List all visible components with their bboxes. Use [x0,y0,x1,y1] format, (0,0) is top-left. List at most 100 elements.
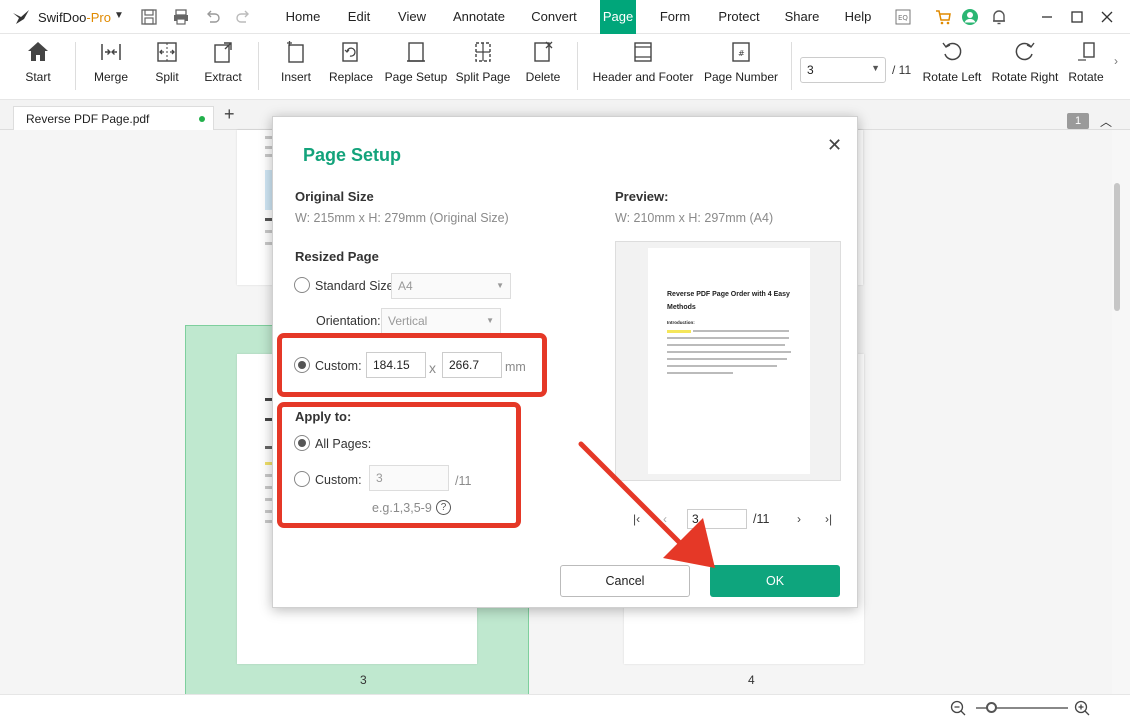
svg-text:EQ: EQ [898,14,908,22]
ribbon-divider [577,42,578,90]
page-4-number: 4 [748,673,755,687]
title-bar: SwifDoo-Pro ▼ Home Edit View Annotate Co… [0,0,1130,34]
preview-intro: Introduction: [667,320,695,325]
notification-bell-icon[interactable] [990,8,1008,26]
standard-size-radio[interactable] [294,277,310,293]
rotate-left-button[interactable]: Rotate Left [920,38,984,90]
zoom-slider-handle[interactable] [986,702,997,713]
page-3-number: 3 [360,673,367,687]
chevron-up-icon[interactable]: ︿ [1100,113,1112,130]
minimize-icon[interactable] [1038,8,1056,26]
header-footer-icon [634,42,652,62]
replace-button[interactable]: Replace [328,38,374,90]
rotate-right-label: Rotate Right [991,70,1059,84]
preview-label: Preview: [615,189,669,204]
ribbon-divider [258,42,259,90]
page-number-label: Page Number [703,70,779,84]
start-button[interactable]: Start [16,38,60,90]
ribbon-scroll-right-icon[interactable]: › [1114,54,1118,68]
merge-button[interactable]: Merge [88,38,134,90]
page-setup-icon [407,42,425,62]
document-tab[interactable]: Reverse PDF Page.pdf [13,106,214,130]
page-thumbnail-1[interactable] [237,130,277,285]
home-icon [28,42,48,61]
vertical-scroll-thumb[interactable] [1114,183,1120,311]
delete-page-icon [534,41,553,62]
orientation-select[interactable]: Vertical ▼ [381,308,501,334]
menu-protect[interactable]: Protect [712,0,766,34]
replace-icon [342,42,358,62]
delete-button[interactable]: Delete [524,38,562,90]
split-label: Split [155,70,179,84]
header-footer-button[interactable]: Header and Footer [592,38,694,90]
menu-home[interactable]: Home [278,0,328,34]
undo-icon[interactable] [204,8,222,26]
rotate-right-button[interactable]: Rotate Right [990,38,1060,90]
app-menu-caret-icon[interactable]: ▼ [114,10,124,21]
page-number-button[interactable]: # Page Number [702,38,780,90]
close-window-icon[interactable] [1098,8,1116,26]
svg-text:#: # [738,49,745,58]
menu-form[interactable]: Form [652,0,698,34]
menu-share[interactable]: Share [780,0,824,34]
zoom-out-icon[interactable] [950,700,966,716]
menu-view[interactable]: View [391,0,433,34]
original-size-label: Original Size [295,189,374,204]
preview-size-value: W: 210mm x H: 297mm (A4) [615,211,774,225]
maximize-icon[interactable] [1068,8,1086,26]
rotate-button[interactable]: Rotate [1066,38,1106,90]
dialog-title: Page Setup [303,145,402,165]
current-page-select[interactable]: 3 ▼ [800,57,886,83]
replace-label: Replace [328,70,374,84]
menu-annotate[interactable]: Annotate [447,0,511,34]
menu-help[interactable]: Help [838,0,878,34]
account-icon[interactable] [961,8,979,26]
next-page-icon[interactable]: › [797,512,801,526]
merge-icon [101,44,121,60]
ribbon-divider [791,42,792,90]
close-icon[interactable]: ✕ [827,135,842,156]
redo-icon[interactable] [234,8,252,26]
pointer-arrow-icon [578,441,715,568]
chevron-down-icon: ▼ [486,316,494,325]
resized-page-label: Resized Page [295,249,379,264]
rotate-left-label: Rotate Left [922,70,982,84]
print-icon[interactable] [172,8,190,26]
page-setup-button[interactable]: Page Setup [384,38,448,90]
insert-label: Insert [280,70,311,84]
unsaved-dot-icon [199,116,205,122]
swifdoo-logo-icon [13,10,29,24]
standard-size-label: Standard Size: [315,279,397,293]
insert-button[interactable]: Insert [276,38,316,90]
zoom-in-icon[interactable] [1074,700,1090,716]
extract-icon [214,42,232,63]
insert-page-icon [287,41,304,63]
last-page-icon[interactable]: ›| [825,512,832,526]
header-footer-label: Header and Footer [592,70,694,84]
split-page-icon [475,42,491,62]
menu-page[interactable]: Page [600,0,636,34]
split-button[interactable]: Split [148,38,186,90]
split-page-button[interactable]: Split Page [455,38,511,90]
ribbon-divider [75,42,76,90]
chevron-down-icon: ▼ [871,63,880,73]
preview-doc-title: Reverse PDF Page Order with 4 Easy Metho… [667,291,790,311]
save-icon[interactable] [140,8,158,26]
page-ribbon: Start Merge Split Extract Insert Replace… [0,34,1130,100]
apply-to-highlight [277,402,521,528]
cart-icon[interactable] [934,8,952,26]
menu-convert[interactable]: Convert [525,0,583,34]
custom-size-highlight [277,333,547,397]
new-tab-button[interactable]: + [224,105,235,123]
original-size-value: W: 215mm x H: 279mm (Original Size) [295,211,509,225]
search-commands-icon[interactable]: EQ [894,8,912,26]
standard-size-select[interactable]: A4 ▼ [391,273,511,299]
menu-edit[interactable]: Edit [340,0,378,34]
app-name: SwifDoo-Pro [38,10,111,25]
page-count-badge: 1 [1067,113,1089,129]
page-total-label: / 11 [892,63,912,77]
rotate-label: Rotate [1068,70,1104,84]
document-tab-name: Reverse PDF Page.pdf [26,112,150,126]
rotate-left-icon [942,42,962,61]
extract-button[interactable]: Extract [200,38,246,90]
